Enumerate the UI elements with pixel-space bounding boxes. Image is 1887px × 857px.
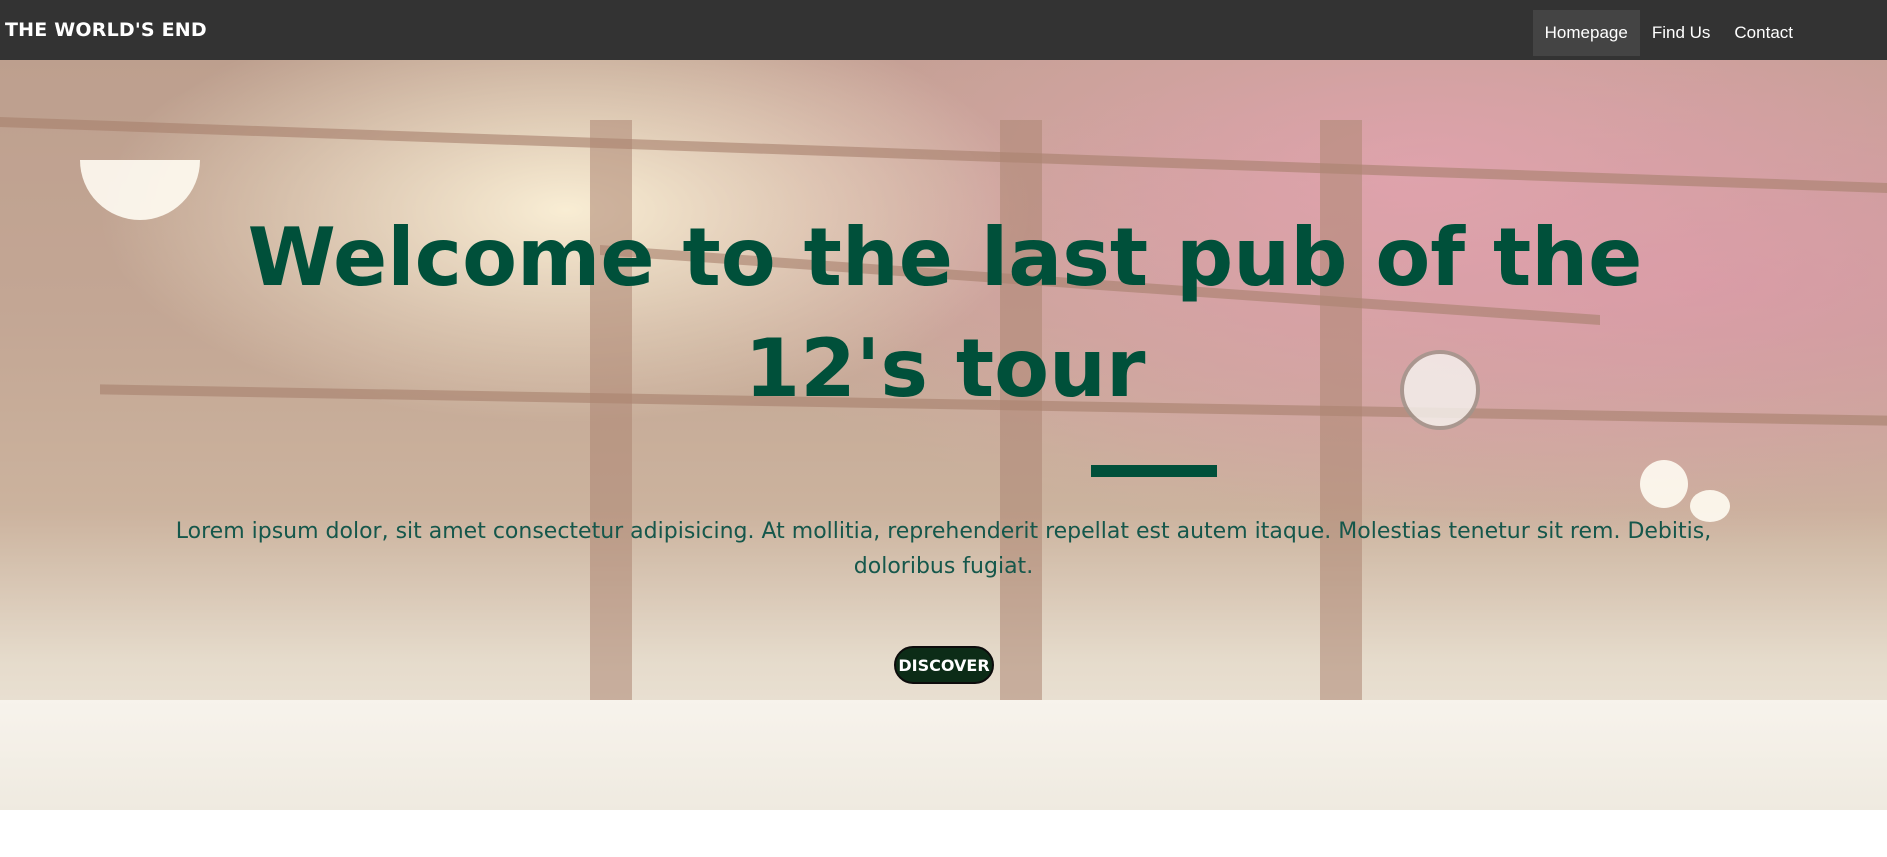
hero-description: Lorem ipsum dolor, sit amet consectetur … xyxy=(175,519,1712,579)
top-navbar: THE WORLD'S END Homepage Find Us Contact xyxy=(0,0,1887,60)
brand-logo-link[interactable]: THE WORLD'S END xyxy=(5,19,207,41)
hero-title: Welcome to the last pub of the 12's tour xyxy=(247,211,1643,415)
discover-button[interactable]: DISCOVER xyxy=(894,646,994,684)
nav-links: Homepage Find Us Contact xyxy=(1532,10,1805,56)
hero-section: Welcome to the last pub of the 12's tour… xyxy=(0,60,1887,810)
nav-link-homepage[interactable]: Homepage xyxy=(1532,10,1640,56)
hero-divider xyxy=(1091,465,1217,477)
hero-overlay xyxy=(0,60,1887,810)
nav-link-contact[interactable]: Contact xyxy=(1722,10,1805,56)
nav-link-find-us[interactable]: Find Us xyxy=(1640,10,1723,56)
